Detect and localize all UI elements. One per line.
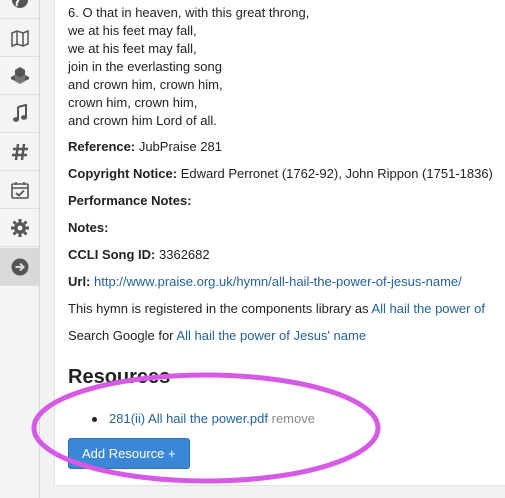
calendar-check-icon[interactable] — [0, 171, 39, 209]
registered-text: This hymn is registered in the component… — [68, 301, 369, 316]
resources-heading: Resources — [68, 366, 171, 388]
resource-file-link[interactable]: 281(ii) All hail the power.pdf — [109, 411, 268, 426]
sidebar — [0, 0, 40, 498]
ccli-label: CCLI Song ID: — [68, 247, 156, 262]
url-label: Url: — [68, 274, 91, 289]
song-detail-panel: 6. O that in heaven, with this great thr… — [54, 0, 505, 486]
cubes-icon[interactable] — [0, 57, 39, 95]
url-link[interactable]: http://www.praise.org.uk/hymn/all-hail-t… — [94, 274, 462, 289]
copyright-field: Copyright Notice: Edward Perronet (1762-… — [68, 165, 493, 183]
registered-line: This hymn is registered in the component… — [68, 300, 485, 318]
search-google-text: Search Google for — [68, 328, 174, 343]
notes-field: Notes: — [68, 219, 108, 237]
remove-resource-link[interactable]: remove — [272, 411, 315, 426]
reference-label: Reference: — [68, 139, 136, 154]
globe-icon[interactable] — [0, 0, 39, 19]
copyright-label: Copyright Notice: — [68, 166, 178, 181]
component-library-link[interactable]: All hail the power of — [371, 301, 484, 316]
list-bullet — [92, 417, 97, 422]
hashtag-icon[interactable] — [0, 133, 39, 171]
ccli-field: CCLI Song ID: 3362682 — [68, 246, 210, 264]
reference-value: JubPraise 281 — [138, 139, 222, 154]
music-icon[interactable] — [0, 95, 39, 133]
verse-text: 6. O that in heaven, with this great thr… — [68, 5, 310, 128]
ccli-value: 3362682 — [159, 247, 210, 262]
list-item: 281(ii) All hail the power.pdf remove — [109, 411, 315, 426]
search-google-line: Search Google for All hail the power of … — [68, 327, 366, 345]
performance-notes-field: Performance Notes: — [68, 192, 192, 210]
map-icon[interactable] — [0, 19, 39, 57]
copyright-value: Edward Perronet (1762-92), John Rippon (… — [180, 166, 493, 181]
gear-icon[interactable] — [0, 209, 39, 247]
google-search-link[interactable]: All hail the power of Jesus' name — [176, 328, 366, 343]
add-resource-button[interactable]: Add Resource + — [68, 438, 190, 469]
notes-label: Notes: — [68, 220, 109, 235]
arrow-right-circle-icon[interactable] — [0, 248, 39, 286]
performance-notes-label: Performance Notes: — [68, 193, 192, 208]
url-field: Url: http://www.praise.org.uk/hymn/all-h… — [68, 273, 462, 291]
reference-field: Reference: JubPraise 281 — [68, 138, 222, 156]
